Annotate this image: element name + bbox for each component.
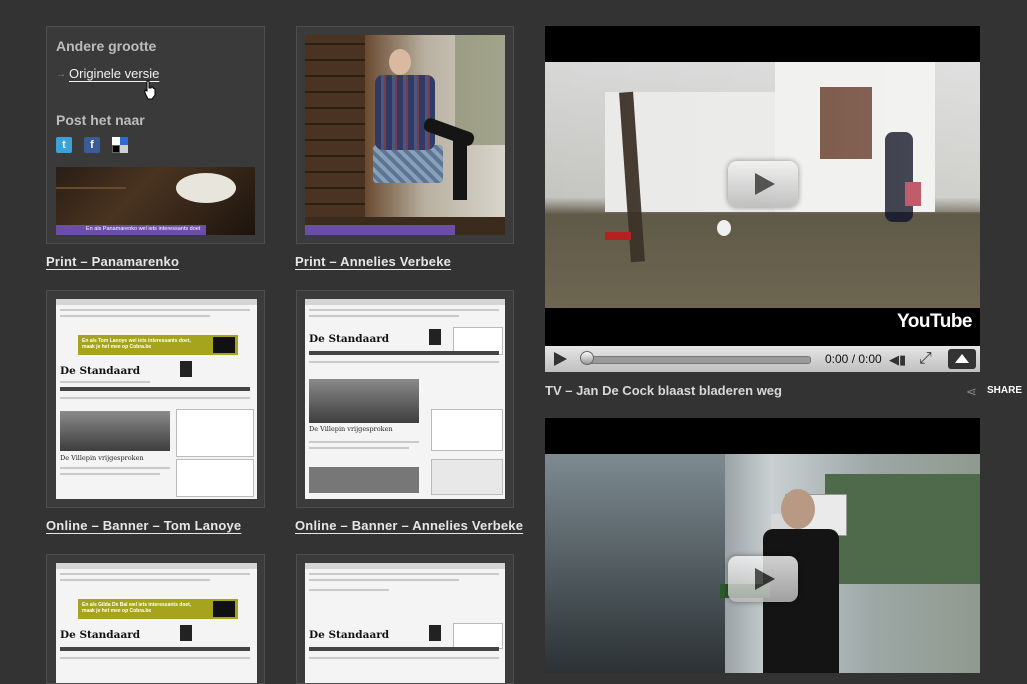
news-headline: De Villepin vrijgesproken (60, 454, 144, 462)
thumb-card-annelies[interactable] (296, 26, 514, 244)
twitter-icon[interactable]: t (56, 137, 72, 153)
caption-annelies-print[interactable]: Print – Annelies Verbeke (295, 254, 451, 269)
caption-annelies-banner[interactable]: Online – Banner – Annelies Verbeke (295, 518, 523, 533)
video-player-jan-de-cock[interactable]: YouTube 0:00 / 0:00 ◀▮ ⤢ (545, 26, 980, 372)
ad-text: En als Tom Lanoye wel iets interessants … (82, 338, 191, 350)
original-version-link[interactable]: Originele versie (69, 66, 159, 81)
thumb-card-panamarenko[interactable]: Andere grootte → Originele versie Post h… (46, 26, 265, 244)
facebook-icon[interactable]: f (84, 137, 100, 153)
ad-banner: En als Gilda De Bal wel iets interessant… (78, 599, 238, 619)
banner-screenshot-6[interactable]: De Standaard (305, 563, 505, 683)
popup-heading-post: Post het naar (56, 112, 145, 128)
annelies-banner-screenshot[interactable]: De Standaard De Villepin vrijgesproken (305, 299, 505, 499)
progress-knob[interactable] (580, 351, 594, 365)
video-player-2[interactable] (545, 418, 980, 673)
size-popup: Andere grootte → Originele versie Post h… (47, 27, 264, 243)
thumb-card-6[interactable]: De Standaard (296, 554, 514, 684)
news-headline: De Villepin vrijgesproken (309, 425, 393, 433)
play-overlay-button[interactable] (728, 556, 798, 602)
site-logo: De Standaard (60, 629, 141, 641)
caption-panamarenko[interactable]: Print – Panamarenko (46, 254, 179, 269)
popup-heading-size: Andere grootte (56, 38, 157, 54)
play-icon[interactable] (554, 352, 567, 366)
arrow-icon: → (56, 69, 66, 80)
delicious-icon[interactable] (112, 137, 128, 153)
ad-text: En als Gilda De Bal wel iets interessant… (82, 602, 192, 614)
banner-strip: En als Panamarenko wel iets interessants… (56, 225, 206, 235)
share-label: SHARE (987, 385, 1023, 396)
thumb-card-annelies-banner[interactable]: De Standaard De Villepin vrijgesproken (296, 290, 514, 508)
banner-screenshot-5[interactable]: En als Gilda De Bal wel iets interessant… (56, 563, 257, 683)
news-photo (60, 411, 170, 451)
lanoye-ad-banner: En als Tom Lanoye wel iets interessants … (78, 335, 238, 355)
video-title[interactable]: TV – Jan De Cock blaast bladeren weg (545, 383, 782, 398)
panamarenko-image[interactable]: En als Panamarenko wel iets interessants… (56, 167, 255, 235)
volume-icon[interactable]: ◀▮ (889, 352, 909, 367)
cursor-hand-icon (143, 80, 156, 100)
site-logo: De Standaard (60, 365, 141, 377)
play-overlay-button[interactable] (728, 161, 798, 207)
site-logo: De Standaard (309, 333, 390, 345)
news-photo (309, 379, 419, 423)
site-logo: De Standaard (309, 629, 390, 641)
fullscreen-icon[interactable]: ⤢ (919, 350, 937, 368)
caption-lanoye-banner[interactable]: Online – Banner – Tom Lanoye (46, 518, 241, 533)
annelies-print-image[interactable] (305, 35, 505, 235)
youtube-logo: YouTube (897, 311, 972, 333)
youtube-brand-text: YouTube (897, 311, 972, 332)
lanoye-banner-screenshot[interactable]: En als Tom Lanoye wel iets interessants … (56, 299, 257, 499)
progress-bar[interactable] (583, 356, 811, 364)
thumb-card-lanoye-banner[interactable]: En als Tom Lanoye wel iets interessants … (46, 290, 265, 508)
banner-text: En als Panamarenko wel iets interessants… (86, 226, 201, 232)
video-controls: 0:00 / 0:00 ◀▮ ⤢ (545, 346, 980, 372)
thumb-card-5[interactable]: En als Gilda De Bal wel iets interessant… (46, 554, 265, 684)
video-time: 0:00 / 0:00 (825, 352, 882, 366)
share-icon: ⋖ (966, 384, 977, 399)
expand-icon[interactable] (948, 349, 976, 369)
